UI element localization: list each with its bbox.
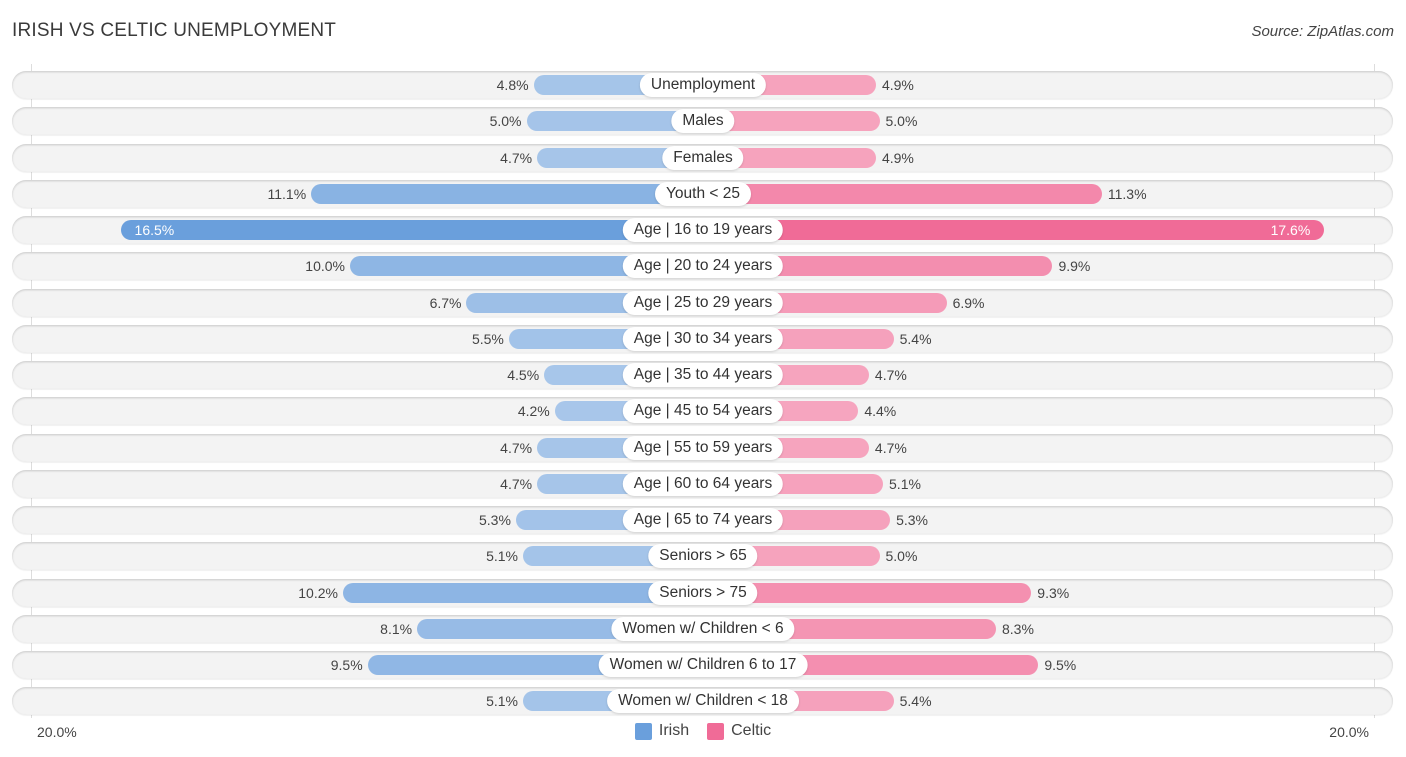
bar-irish[interactable] <box>311 183 703 204</box>
value-label-irish: 9.5% <box>330 657 363 673</box>
legend-item-irish[interactable]: Irish <box>634 722 690 740</box>
value-label-celtic: 4.9% <box>881 149 914 166</box>
value-label-irish: 11.1% <box>267 185 307 202</box>
category-label: Age | 30 to 34 years <box>622 326 784 351</box>
value-label-celtic: 4.7% <box>874 367 907 383</box>
value-label-irish: 5.1% <box>486 693 518 710</box>
value-label-celtic: 4.7% <box>874 439 907 456</box>
value-label-irish: 5.5% <box>471 330 504 347</box>
category-label: Seniors > 65 <box>648 544 758 569</box>
legend: Irish Celtic <box>0 722 1406 740</box>
category-label: Age | 45 to 54 years <box>622 399 784 424</box>
value-label-celtic: 5.4% <box>899 693 932 710</box>
category-label: Seniors > 75 <box>648 580 758 605</box>
category-label: Age | 65 to 74 years <box>622 508 784 532</box>
bar-celtic[interactable] <box>703 183 1102 204</box>
category-label: Age | 25 to 29 years <box>622 290 784 315</box>
value-label-irish: 4.7% <box>500 439 533 456</box>
value-label-celtic: 5.4% <box>899 330 932 347</box>
value-label-celtic: 4.9% <box>881 77 914 93</box>
category-label: Age | 16 to 19 years <box>622 218 784 242</box>
category-label: Males <box>671 109 735 134</box>
value-label-irish: 10.2% <box>298 584 338 601</box>
value-label-irish: 16.5% <box>134 222 175 238</box>
category-label: Age | 20 to 24 years <box>622 254 784 279</box>
value-label-celtic: 5.0% <box>885 113 918 130</box>
value-label-irish: 4.2% <box>517 403 550 420</box>
legend-swatch-irish <box>634 722 652 740</box>
category-label: Women w/ Children < 6 <box>611 616 795 641</box>
legend-swatch-celtic <box>707 722 725 740</box>
legend-item-celtic[interactable]: Celtic <box>707 722 771 740</box>
legend-label-irish: Irish <box>658 722 690 739</box>
category-label: Age | 60 to 64 years <box>622 471 784 496</box>
category-label: Females <box>662 145 744 170</box>
category-label: Age | 35 to 44 years <box>622 363 784 387</box>
value-label-celtic: 17.6% <box>1270 222 1311 238</box>
value-label-celtic: 5.0% <box>885 548 918 565</box>
value-label-irish: 5.1% <box>486 548 518 565</box>
category-label: Age | 55 to 59 years <box>622 435 784 460</box>
category-label: Unemployment <box>639 73 767 97</box>
bar-celtic[interactable] <box>703 220 1325 240</box>
value-label-irish: 10.0% <box>305 258 345 275</box>
value-label-celtic: 9.5% <box>1044 657 1077 673</box>
value-label-irish: 4.8% <box>496 77 529 93</box>
value-label-celtic: 11.3% <box>1107 185 1147 202</box>
value-label-celtic: 8.3% <box>1001 620 1034 637</box>
value-label-celtic: 4.4% <box>864 403 897 420</box>
value-label-irish: 4.7% <box>500 475 533 492</box>
category-label: Youth < 25 <box>655 181 751 206</box>
category-label: Women w/ Children < 18 <box>607 689 799 714</box>
value-label-irish: 6.7% <box>429 294 462 311</box>
value-label-irish: 4.5% <box>507 367 540 383</box>
bar-irish[interactable] <box>120 220 703 240</box>
value-label-celtic: 5.3% <box>896 512 928 528</box>
value-label-irish: 8.1% <box>380 620 413 637</box>
category-label: Women w/ Children 6 to 17 <box>598 653 808 677</box>
value-label-celtic: 9.3% <box>1037 584 1070 601</box>
value-label-irish: 4.7% <box>500 149 533 166</box>
value-label-celtic: 9.9% <box>1058 258 1091 275</box>
value-label-celtic: 5.1% <box>889 475 921 492</box>
value-label-irish: 5.0% <box>489 113 522 130</box>
legend-label-celtic: Celtic <box>731 722 772 739</box>
chart-rows: 4.8% 4.9% Unemployment 5.0% 5.0% Males 4.7% 4.9… <box>0 0 1406 757</box>
value-label-celtic: 6.9% <box>952 294 985 311</box>
value-label-irish: 5.3% <box>479 512 511 528</box>
